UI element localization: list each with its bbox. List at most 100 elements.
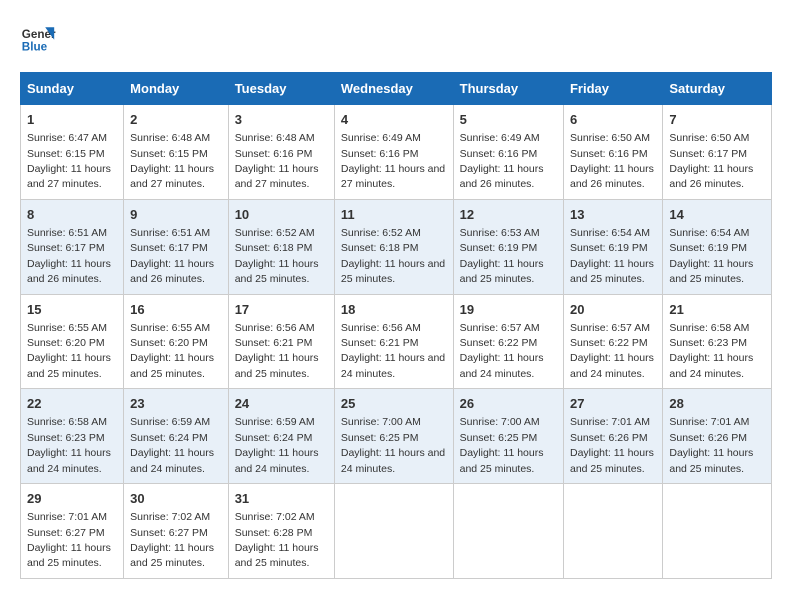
sunset-info: Sunset: 6:16 PM: [570, 148, 648, 160]
daylight-label: Daylight: 11 hours and 27 minutes.: [341, 163, 445, 190]
calendar-header-row: SundayMondayTuesdayWednesdayThursdayFrid…: [21, 73, 772, 105]
day-number: 11: [341, 206, 447, 224]
daylight-label: Daylight: 11 hours and 25 minutes.: [130, 542, 214, 569]
calendar-cell: 4 Sunrise: 6:49 AM Sunset: 6:16 PM Dayli…: [334, 105, 453, 200]
calendar-cell: 28 Sunrise: 7:01 AM Sunset: 6:26 PM Dayl…: [663, 389, 772, 484]
sunrise-info: Sunrise: 6:59 AM: [235, 416, 315, 428]
sunset-info: Sunset: 6:18 PM: [235, 242, 313, 254]
daylight-label: Daylight: 11 hours and 25 minutes.: [341, 258, 445, 285]
sunset-info: Sunset: 6:19 PM: [460, 242, 538, 254]
sunset-info: Sunset: 6:21 PM: [235, 337, 313, 349]
calendar-cell: 13 Sunrise: 6:54 AM Sunset: 6:19 PM Dayl…: [563, 199, 662, 294]
sunrise-info: Sunrise: 7:01 AM: [669, 416, 749, 428]
sunrise-info: Sunrise: 6:53 AM: [460, 227, 540, 239]
day-number: 8: [27, 206, 117, 224]
day-number: 1: [27, 111, 117, 129]
day-number: 31: [235, 490, 328, 508]
daylight-label: Daylight: 11 hours and 24 minutes.: [27, 447, 111, 474]
day-number: 23: [130, 395, 222, 413]
daylight-label: Daylight: 11 hours and 26 minutes.: [669, 163, 753, 190]
daylight-label: Daylight: 11 hours and 25 minutes.: [130, 352, 214, 379]
calendar-cell: 2 Sunrise: 6:48 AM Sunset: 6:15 PM Dayli…: [124, 105, 229, 200]
daylight-label: Daylight: 11 hours and 25 minutes.: [669, 258, 753, 285]
day-number: 3: [235, 111, 328, 129]
daylight-label: Daylight: 11 hours and 25 minutes.: [570, 258, 654, 285]
svg-text:Blue: Blue: [22, 41, 48, 54]
calendar-week-row: 8 Sunrise: 6:51 AM Sunset: 6:17 PM Dayli…: [21, 199, 772, 294]
calendar-cell: 23 Sunrise: 6:59 AM Sunset: 6:24 PM Dayl…: [124, 389, 229, 484]
sunset-info: Sunset: 6:18 PM: [341, 242, 419, 254]
sunset-info: Sunset: 6:27 PM: [27, 527, 105, 539]
calendar-cell: 14 Sunrise: 6:54 AM Sunset: 6:19 PM Dayl…: [663, 199, 772, 294]
calendar-week-row: 29 Sunrise: 7:01 AM Sunset: 6:27 PM Dayl…: [21, 484, 772, 579]
daylight-label: Daylight: 11 hours and 26 minutes.: [130, 258, 214, 285]
day-number: 15: [27, 301, 117, 319]
day-number: 29: [27, 490, 117, 508]
sunset-info: Sunset: 6:24 PM: [130, 432, 208, 444]
daylight-label: Daylight: 11 hours and 25 minutes.: [235, 542, 319, 569]
daylight-label: Daylight: 11 hours and 24 minutes.: [341, 352, 445, 379]
day-number: 22: [27, 395, 117, 413]
daylight-label: Daylight: 11 hours and 25 minutes.: [27, 352, 111, 379]
sunrise-info: Sunrise: 6:59 AM: [130, 416, 210, 428]
sunrise-info: Sunrise: 6:52 AM: [235, 227, 315, 239]
logo: General Blue: [20, 20, 56, 56]
sunset-info: Sunset: 6:19 PM: [669, 242, 747, 254]
daylight-label: Daylight: 11 hours and 25 minutes.: [460, 258, 544, 285]
calendar-cell: 20 Sunrise: 6:57 AM Sunset: 6:22 PM Dayl…: [563, 294, 662, 389]
day-number: 18: [341, 301, 447, 319]
day-number: 9: [130, 206, 222, 224]
calendar-cell: 3 Sunrise: 6:48 AM Sunset: 6:16 PM Dayli…: [228, 105, 334, 200]
calendar-cell: 6 Sunrise: 6:50 AM Sunset: 6:16 PM Dayli…: [563, 105, 662, 200]
calendar-cell: 12 Sunrise: 6:53 AM Sunset: 6:19 PM Dayl…: [453, 199, 563, 294]
calendar-cell: [663, 484, 772, 579]
sunrise-info: Sunrise: 6:51 AM: [27, 227, 107, 239]
daylight-label: Daylight: 11 hours and 25 minutes.: [27, 542, 111, 569]
calendar-cell: 15 Sunrise: 6:55 AM Sunset: 6:20 PM Dayl…: [21, 294, 124, 389]
day-number: 14: [669, 206, 765, 224]
daylight-label: Daylight: 11 hours and 25 minutes.: [669, 447, 753, 474]
daylight-label: Daylight: 11 hours and 24 minutes.: [669, 352, 753, 379]
daylight-label: Daylight: 11 hours and 24 minutes.: [130, 447, 214, 474]
sunset-info: Sunset: 6:17 PM: [27, 242, 105, 254]
column-header-wednesday: Wednesday: [334, 73, 453, 105]
sunset-info: Sunset: 6:19 PM: [570, 242, 648, 254]
daylight-label: Daylight: 11 hours and 27 minutes.: [130, 163, 214, 190]
calendar-cell: 7 Sunrise: 6:50 AM Sunset: 6:17 PM Dayli…: [663, 105, 772, 200]
sunrise-info: Sunrise: 6:48 AM: [130, 132, 210, 144]
daylight-label: Daylight: 11 hours and 26 minutes.: [570, 163, 654, 190]
daylight-label: Daylight: 11 hours and 24 minutes.: [341, 447, 445, 474]
calendar-cell: 24 Sunrise: 6:59 AM Sunset: 6:24 PM Dayl…: [228, 389, 334, 484]
sunrise-info: Sunrise: 7:00 AM: [460, 416, 540, 428]
day-number: 6: [570, 111, 656, 129]
day-number: 17: [235, 301, 328, 319]
sunrise-info: Sunrise: 6:55 AM: [130, 322, 210, 334]
sunset-info: Sunset: 6:24 PM: [235, 432, 313, 444]
daylight-label: Daylight: 11 hours and 25 minutes.: [460, 447, 544, 474]
sunrise-info: Sunrise: 6:52 AM: [341, 227, 421, 239]
sunset-info: Sunset: 6:16 PM: [235, 148, 313, 160]
sunrise-info: Sunrise: 6:56 AM: [341, 322, 421, 334]
sunset-info: Sunset: 6:15 PM: [130, 148, 208, 160]
daylight-label: Daylight: 11 hours and 24 minutes.: [235, 447, 319, 474]
sunset-info: Sunset: 6:15 PM: [27, 148, 105, 160]
day-number: 12: [460, 206, 557, 224]
column-header-thursday: Thursday: [453, 73, 563, 105]
calendar-week-row: 15 Sunrise: 6:55 AM Sunset: 6:20 PM Dayl…: [21, 294, 772, 389]
day-number: 16: [130, 301, 222, 319]
daylight-label: Daylight: 11 hours and 25 minutes.: [235, 352, 319, 379]
calendar-cell: 1 Sunrise: 6:47 AM Sunset: 6:15 PM Dayli…: [21, 105, 124, 200]
daylight-label: Daylight: 11 hours and 27 minutes.: [27, 163, 111, 190]
calendar-cell: 22 Sunrise: 6:58 AM Sunset: 6:23 PM Dayl…: [21, 389, 124, 484]
sunrise-info: Sunrise: 6:57 AM: [460, 322, 540, 334]
day-number: 27: [570, 395, 656, 413]
sunset-info: Sunset: 6:26 PM: [669, 432, 747, 444]
daylight-label: Daylight: 11 hours and 24 minutes.: [570, 352, 654, 379]
sunset-info: Sunset: 6:28 PM: [235, 527, 313, 539]
day-number: 30: [130, 490, 222, 508]
sunset-info: Sunset: 6:22 PM: [460, 337, 538, 349]
calendar-cell: 17 Sunrise: 6:56 AM Sunset: 6:21 PM Dayl…: [228, 294, 334, 389]
calendar-cell: 9 Sunrise: 6:51 AM Sunset: 6:17 PM Dayli…: [124, 199, 229, 294]
day-number: 2: [130, 111, 222, 129]
sunrise-info: Sunrise: 6:50 AM: [570, 132, 650, 144]
